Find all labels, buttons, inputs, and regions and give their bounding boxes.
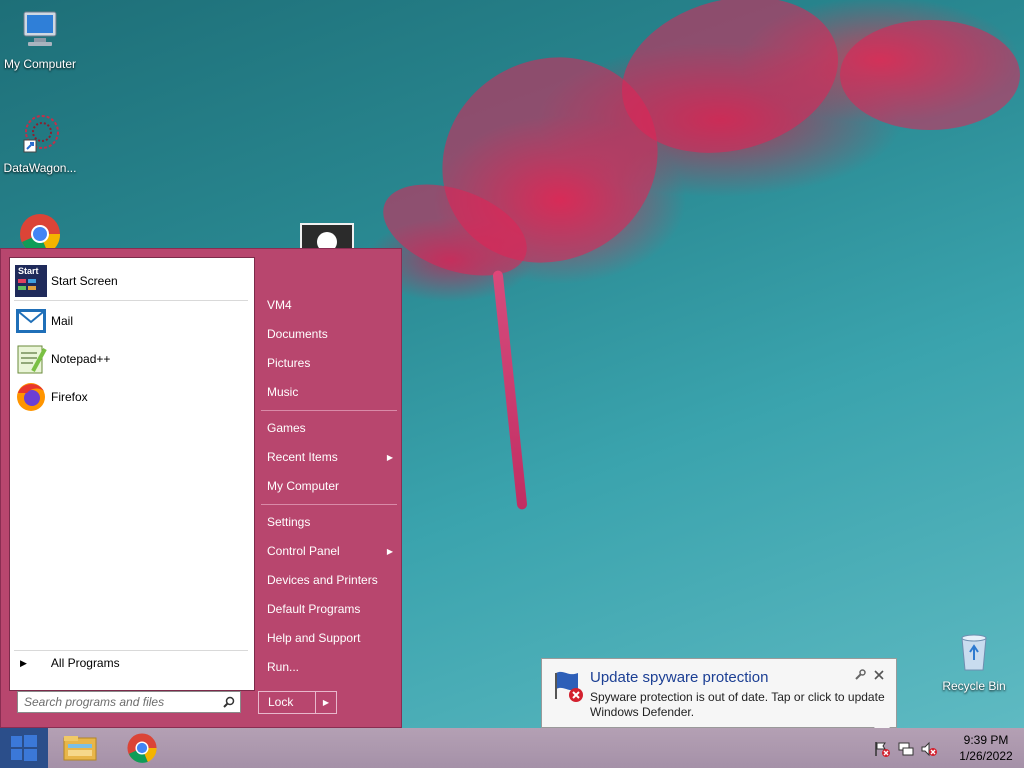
start-item-devices-and-printers[interactable]: Devices and Printers (263, 569, 397, 591)
program-label: Firefox (51, 390, 88, 404)
wallpaper-stem (492, 270, 528, 510)
notification-body: Spyware protection is out of date. Tap o… (590, 690, 885, 719)
start-item-label: Help and Support (267, 631, 361, 645)
computer-icon (23, 11, 57, 46)
start-item-help-and-support[interactable]: Help and Support (263, 627, 397, 649)
all-programs-label: All Programs (50, 656, 120, 670)
start-item-default-programs[interactable]: Default Programs (263, 598, 397, 620)
start-item-games[interactable]: Games (263, 417, 397, 439)
start-item-label: Settings (267, 515, 311, 529)
mail-icon (16, 309, 46, 333)
start-item-pictures[interactable]: Pictures (263, 352, 397, 374)
start-item-label: VM4 (267, 298, 292, 312)
start-item-label: Recent Items (267, 450, 338, 464)
program-notepad-plus-plus[interactable]: Notepad++ (15, 342, 247, 376)
firefox-icon (17, 383, 45, 411)
lock-button[interactable]: Lock (258, 691, 316, 714)
folder-icon (63, 736, 97, 761)
start-item-label: Games (267, 421, 306, 435)
notepad-plus-plus-icon (17, 345, 47, 374)
start-item-label: My Computer (267, 479, 340, 493)
divider (14, 300, 248, 301)
divider (261, 410, 397, 411)
start-button[interactable] (0, 728, 48, 768)
notification-balloon[interactable]: Update spyware protection Spyware protec… (541, 658, 897, 737)
all-programs-button[interactable]: ▶ All Programs (20, 656, 120, 670)
search-input[interactable]: Search programs and files (17, 691, 241, 713)
start-item-label: Run... (267, 660, 300, 674)
desktop-icon-datawagon[interactable]: DataWagon... (0, 112, 80, 175)
wrench-icon[interactable] (854, 669, 866, 681)
program-label: Mail (51, 314, 74, 328)
start-item-vm4[interactable]: VM4 (263, 294, 397, 316)
start-item-label: Pictures (267, 356, 311, 370)
start-item-control-panel[interactable]: Control Panel ▶ (263, 540, 397, 562)
programs-pane: Start Start Screen Mail Notepad++ Firefo… (9, 257, 255, 691)
close-icon[interactable] (873, 669, 885, 681)
start-item-label: Devices and Printers (267, 573, 378, 587)
taskbar-file-explorer[interactable] (62, 732, 98, 764)
network-icon[interactable] (898, 741, 914, 757)
start-item-settings[interactable]: Settings (263, 511, 397, 533)
triangle-right-icon: ▶ (322, 698, 330, 707)
recycle-bin-icon (961, 634, 987, 671)
divider (261, 504, 397, 505)
chrome-icon (127, 733, 157, 763)
datawagon-icon (23, 115, 59, 153)
clock-date: 1/26/2022 (959, 749, 1013, 763)
wallpaper-petal (840, 20, 1020, 130)
start-menu: Start Start Screen Mail Notepad++ Firefo… (0, 248, 402, 728)
divider (14, 650, 248, 651)
notification-title: Update spyware protection (590, 669, 769, 686)
defender-flag-icon (555, 671, 583, 702)
start-item-music[interactable]: Music (263, 381, 397, 403)
volume-muted-icon[interactable] (921, 741, 937, 757)
desktop-icon-label: Recycle Bin (942, 679, 1006, 693)
desktop-icon-recycle-bin[interactable]: Recycle Bin (934, 630, 1014, 693)
desktop-icon-label: My Computer (3, 57, 77, 71)
clock-time: 9:39 PM (963, 733, 1009, 747)
start-item-label: Control Panel (267, 544, 340, 558)
start-screen-icon: Start (15, 265, 47, 297)
action-center-flag-icon[interactable] (874, 741, 890, 757)
start-item-my-computer[interactable]: My Computer (263, 475, 397, 497)
taskbar-chrome[interactable] (126, 732, 160, 764)
search-icon (223, 696, 235, 708)
program-label: Notepad++ (51, 352, 111, 366)
desktop-icon-my-computer[interactable]: My Computer (0, 8, 80, 71)
start-item-run[interactable]: Run... (263, 656, 397, 678)
taskbar-clock[interactable]: 9:39 PM 1/26/2022 (956, 732, 1016, 764)
program-start-screen[interactable]: Start Start Screen (15, 264, 247, 298)
start-item-documents[interactable]: Documents (263, 323, 397, 345)
start-item-label: Default Programs (267, 602, 361, 616)
start-item-label: Music (267, 385, 299, 399)
lock-label: Lock (268, 695, 294, 709)
search-placeholder: Search programs and files (24, 695, 165, 709)
taskbar: 9:39 PM 1/26/2022 (0, 728, 1024, 768)
start-item-recent-items[interactable]: Recent Items ▶ (263, 446, 397, 468)
program-mail[interactable]: Mail (15, 304, 247, 338)
windows-logo-icon (11, 735, 37, 761)
lock-options-button[interactable]: ▶ (315, 691, 337, 714)
start-item-label: Documents (267, 327, 328, 341)
program-firefox[interactable]: Firefox (15, 380, 247, 414)
triangle-right-icon: ▶ (386, 546, 393, 556)
triangle-right-icon: ▶ (386, 452, 393, 462)
program-label: Start Screen (51, 274, 118, 288)
desktop-icon-label: DataWagon... (3, 161, 77, 175)
triangle-right-icon: ▶ (20, 657, 27, 668)
